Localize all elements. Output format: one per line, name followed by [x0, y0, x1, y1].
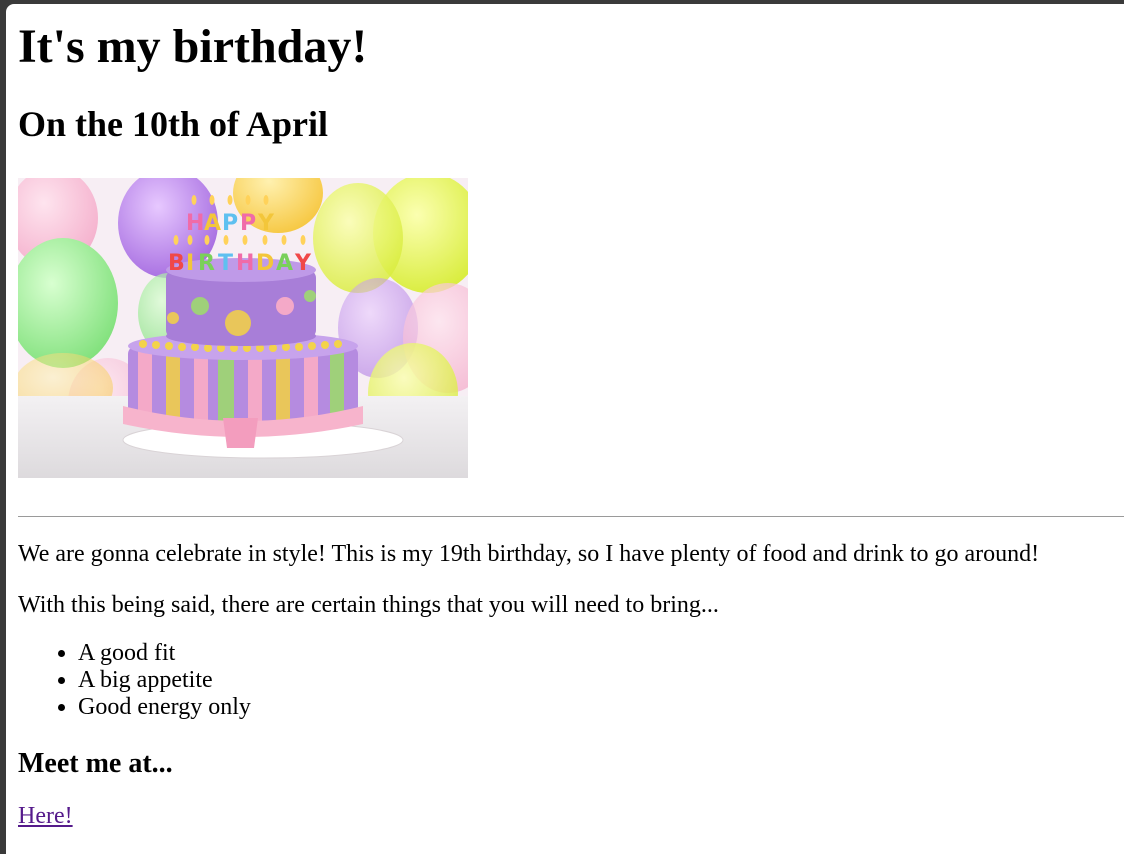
- list-item: A good fit: [78, 640, 1124, 667]
- birthday-cake-image: H A P P Y B I R T H D A Y: [18, 178, 468, 478]
- bring-list: A good fit A big appetite Good energy on…: [18, 640, 1124, 721]
- svg-text:B: B: [168, 251, 185, 276]
- svg-text:P: P: [240, 211, 256, 236]
- svg-text:T: T: [218, 251, 233, 276]
- bring-paragraph: With this being said, there are certain …: [18, 592, 719, 618]
- svg-text:A: A: [276, 251, 293, 276]
- page-subtitle: On the 10th of April: [18, 104, 329, 144]
- list-item: Good energy only: [78, 694, 1124, 721]
- svg-text:H: H: [186, 211, 204, 236]
- svg-text:D: D: [256, 251, 274, 276]
- svg-text:I: I: [186, 251, 194, 276]
- location-link[interactable]: Here!: [18, 801, 73, 831]
- svg-text:R: R: [198, 251, 215, 276]
- intro-paragraph: We are gonna celebrate in style! This is…: [18, 541, 1040, 567]
- horizontal-divider: [18, 516, 1124, 517]
- browser-viewport: It's my birthday! On the 10th of April H…: [6, 4, 1124, 854]
- page-title: It's my birthday!: [18, 20, 368, 73]
- meet-heading: Meet me at...: [18, 748, 173, 779]
- svg-text:Y: Y: [257, 211, 275, 236]
- page-content: It's my birthday! On the 10th of April H…: [18, 4, 1124, 831]
- svg-text:P: P: [222, 211, 238, 236]
- svg-text:H: H: [236, 251, 254, 276]
- svg-text:Y: Y: [294, 251, 312, 276]
- list-item: A big appetite: [78, 667, 1124, 694]
- svg-text:A: A: [204, 211, 221, 236]
